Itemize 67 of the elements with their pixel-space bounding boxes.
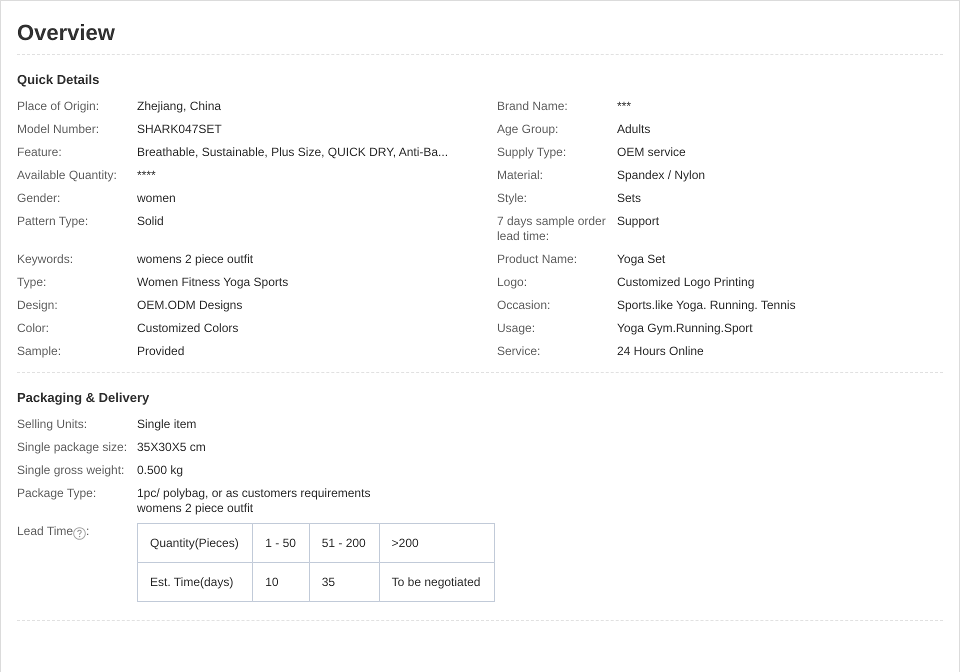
field-label: Lead Time: [17, 524, 74, 539]
field-label: Available Quantity:: [17, 168, 118, 183]
field-label: Sample:: [17, 344, 62, 359]
field-label: Usage:: [497, 321, 536, 336]
table-cell: >200: [379, 524, 494, 562]
field-label: Feature:: [17, 145, 63, 160]
field-value: Spandex / Nylon: [617, 168, 706, 183]
field-value: Women Fitness Yoga Sports: [137, 275, 290, 290]
field-value: women: [137, 191, 177, 206]
field-label: Age Group:: [497, 122, 560, 137]
field-label: Product Name:: [497, 252, 578, 267]
field-label: Model Number:: [17, 122, 100, 137]
field-value: Adults: [617, 122, 652, 137]
table-cell: To be negotiated: [379, 562, 494, 602]
table-cell: 10: [252, 562, 310, 602]
field-label: Logo:: [497, 275, 528, 290]
field-value: Single item: [137, 417, 196, 431]
field-label: Brand Name:: [497, 99, 569, 114]
field-label: Single gross weight:: [17, 463, 126, 478]
field-value: Sports.like Yoga. Running. Tennis: [617, 298, 797, 313]
field-value: Yoga Set: [617, 252, 666, 267]
field-label: Type:: [17, 275, 48, 290]
field-label: :: [86, 524, 90, 539]
field-label: Service:: [497, 344, 542, 359]
field-value: womens 2 piece outfit: [137, 252, 254, 267]
field-label: Supply Type:: [497, 145, 568, 160]
field-value: ***: [617, 99, 632, 114]
field-value: Zhejiang, China: [137, 99, 222, 114]
field-value: 1pc/ polybag, or as customers requirements: [137, 486, 370, 500]
field-value: Provided: [137, 344, 186, 359]
field-value: ****: [137, 168, 157, 183]
field-value: Customized Colors: [137, 321, 240, 336]
field-label: Material:: [497, 168, 544, 183]
table-cell: 1 - 50: [252, 524, 310, 562]
field-label: Keywords:: [17, 252, 74, 267]
field-label: Place of Origin:: [17, 99, 100, 114]
help-icon[interactable]: [73, 527, 86, 540]
table-cell: 35: [309, 562, 380, 602]
field-label: Design:: [17, 298, 59, 313]
page-title: Overview: [17, 19, 116, 47]
field-label: Gender:: [17, 191, 62, 206]
field-label: Occasion:: [497, 298, 552, 313]
field-value: Support: [617, 214, 660, 230]
table-cell: Quantity(Pieces): [138, 524, 253, 562]
table-cell: Est. Time(days): [138, 562, 253, 602]
field-label: Style:: [497, 191, 528, 206]
field-value: Breathable, Sustainable, Plus Size, QUICK DRY, Anti-Ba...: [137, 145, 450, 160]
field-value: 24 Hours Online: [617, 344, 705, 359]
field-value: 35X30X5 cm: [137, 440, 206, 454]
field-value: Sets: [617, 191, 642, 206]
field-label: 7 days sample order lead time:: [497, 214, 607, 244]
field-value: OEM service: [617, 145, 687, 160]
field-label: Pattern Type:: [17, 214, 90, 230]
field-value: Solid: [137, 214, 165, 230]
section-heading: Quick Details: [17, 72, 100, 88]
field-value: Yoga Gym.Running.Sport: [617, 321, 754, 336]
field-label: Package Type:: [17, 486, 98, 502]
field-value: SHARK047SET: [137, 122, 223, 137]
field-label: Color:: [17, 321, 50, 336]
field-value: 0.500 kg: [137, 463, 184, 477]
field-value: Customized Logo Printing: [617, 275, 756, 290]
section-heading: Packaging & Delivery: [17, 390, 150, 406]
field-label: Selling Units:: [17, 417, 88, 432]
field-label: Single package size:: [17, 440, 128, 455]
field-value: OEM.ODM Designs: [137, 298, 244, 313]
table-cell: 51 - 200: [309, 524, 380, 562]
field-value: womens 2 piece outfit: [137, 501, 254, 515]
